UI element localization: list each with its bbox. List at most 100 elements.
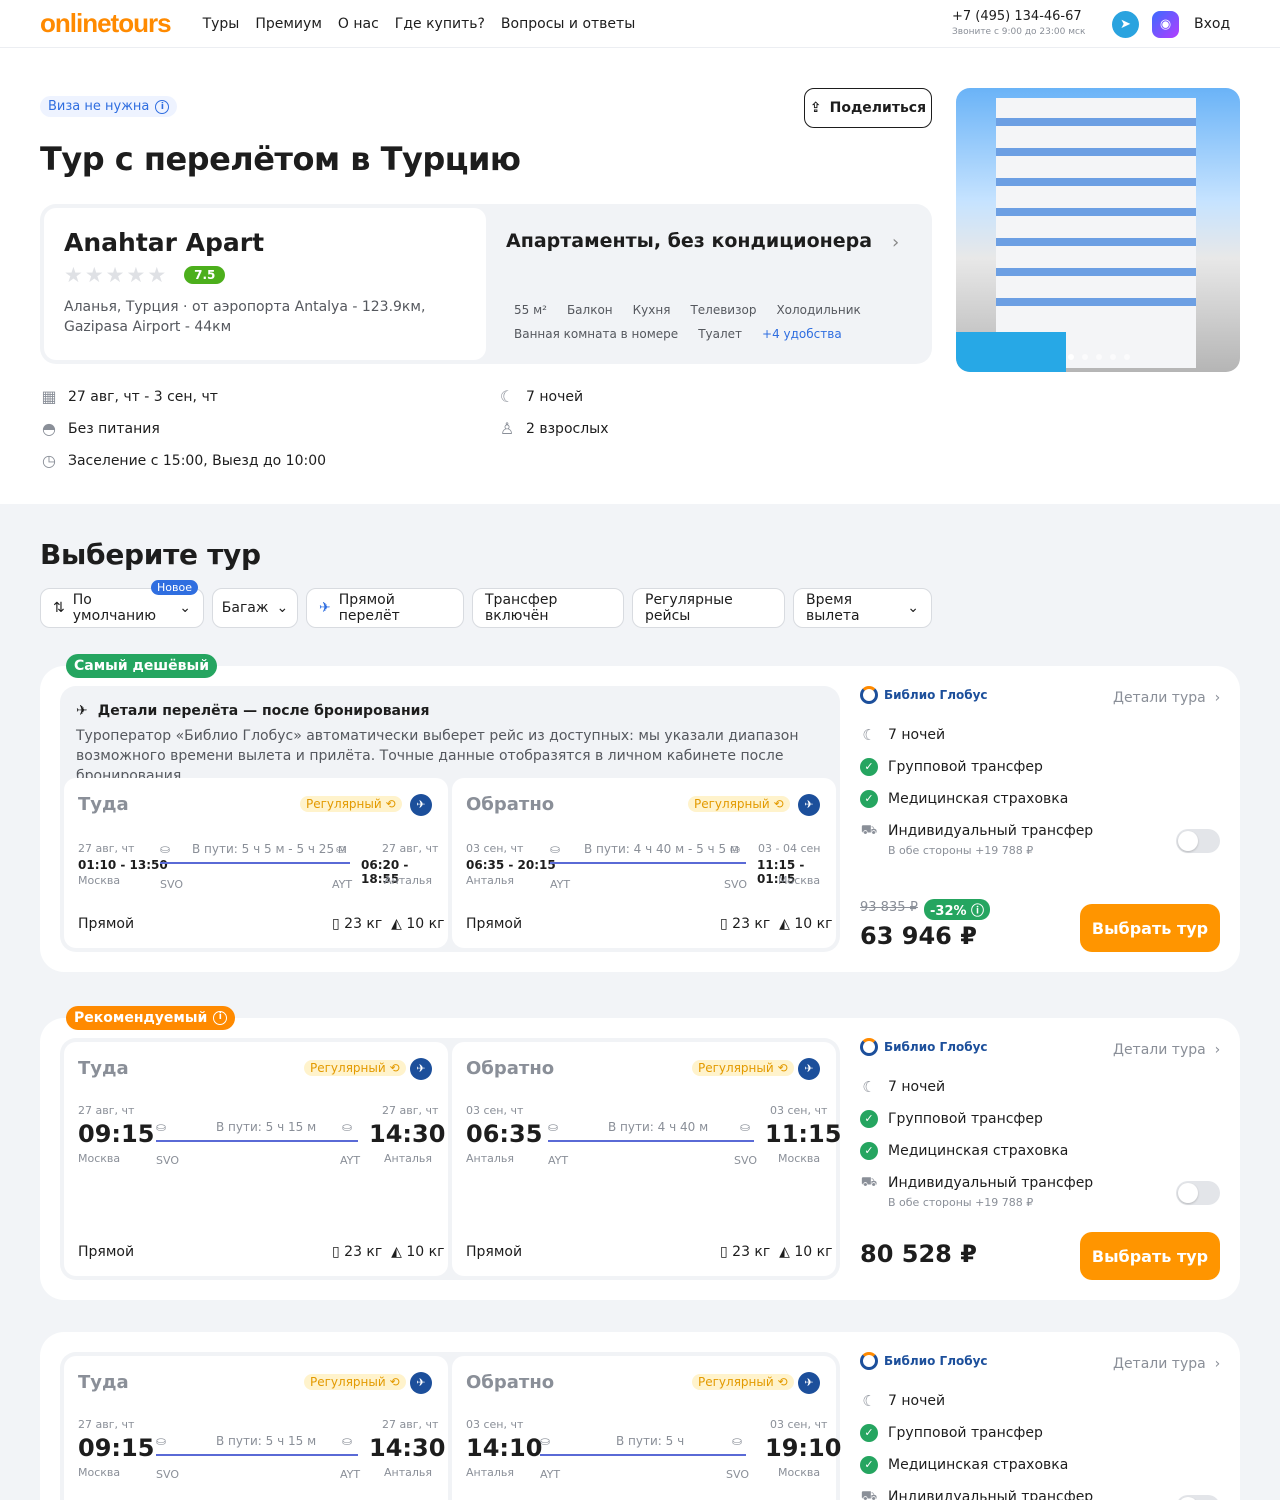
flight-line bbox=[550, 862, 746, 864]
flight-segment-return[interactable]: Обратно Регулярный ⟲ ✈ 03 сен, чт 06:35 … bbox=[452, 778, 836, 948]
max-messenger-icon[interactable]: ◉ bbox=[1152, 11, 1179, 38]
arrival-date: 03 сен, чт bbox=[770, 1418, 828, 1431]
select-tour-button[interactable]: Выбрать тур bbox=[1080, 904, 1220, 952]
amenity: Телевизор bbox=[690, 303, 757, 317]
site-logo[interactable]: onlinetours bbox=[40, 8, 172, 39]
visa-badge[interactable]: Виза не нужна i bbox=[40, 96, 178, 117]
chevron-down-icon: ⌄ bbox=[276, 600, 289, 616]
individual-transfer-price: В обе стороны +19 788 ₽ bbox=[888, 844, 1034, 857]
tour-price: 63 946 ₽ bbox=[860, 922, 977, 950]
hotel-card[interactable]: Anahtar Apart ★ ★ ★ ★ ★ 7.5 Аланья, Турция ·… bbox=[44, 208, 486, 360]
regular-flights-filter[interactable]: Регулярные рейсы bbox=[632, 588, 785, 628]
flight-type: Прямой bbox=[466, 916, 523, 932]
hand-bag-icon: ◭ bbox=[391, 1244, 402, 1260]
hotel-building-image bbox=[996, 98, 1196, 368]
direct-flight-filter[interactable]: ✈ Прямой перелёт bbox=[306, 588, 464, 628]
phone-block[interactable]: +7 (495) 134-46-67 Звоните с 9:00 до 23:… bbox=[952, 9, 1085, 37]
phone-hours: Звоните с 9:00 до 23:00 мск bbox=[952, 27, 1086, 37]
landing-icon: ⛀ bbox=[342, 1120, 353, 1134]
nav-tours[interactable]: Туры bbox=[203, 16, 240, 32]
nav-premium[interactable]: Премиум bbox=[255, 16, 322, 32]
hotel-photo[interactable] bbox=[956, 88, 1240, 372]
departure-airport: SVO bbox=[156, 1154, 179, 1167]
departure-airport: SVO bbox=[156, 1468, 179, 1481]
baggage-info: ▯ 23 кг ◭ 10 кг bbox=[720, 1244, 833, 1260]
arrival-date: 27 авг, чт bbox=[382, 1104, 439, 1117]
landing-icon: ⛀ bbox=[730, 842, 741, 856]
check-icon: ✓ bbox=[860, 1142, 878, 1160]
arrival-city: Москва bbox=[778, 874, 821, 887]
flight-duration: В пути: 4 ч 40 м bbox=[608, 1120, 709, 1134]
star-icon: ★ bbox=[147, 263, 167, 287]
transfer-label: Трансфер включён bbox=[485, 592, 558, 624]
flight-segment-outbound[interactable]: Туда Регулярный ⟲ ✈ 27 авг, чт 01:10 - 1… bbox=[64, 778, 448, 948]
chevron-right-icon[interactable]: › bbox=[892, 232, 899, 253]
individual-transfer-toggle[interactable] bbox=[1176, 1495, 1220, 1500]
departure-time-filter[interactable]: Время вылета ⌄ bbox=[793, 588, 932, 628]
arrival-airport: SVO bbox=[734, 1154, 757, 1167]
check-icon: ✓ bbox=[860, 1424, 878, 1442]
share-button[interactable]: ⇪ Поделиться bbox=[804, 88, 932, 128]
departure-city: Анталья bbox=[466, 1466, 514, 1479]
flight-segment-outbound[interactable]: Туда Регулярный ⟲ ✈ 27 авг, чт 09:15 Мос… bbox=[64, 1042, 448, 1276]
flight-details-title-text: Детали перелёта — после бронирования bbox=[97, 703, 430, 719]
flight-segment-return[interactable]: Обратно Регулярный ⟲ ✈ 03 сен, чт 06:35 … bbox=[452, 1042, 841, 1276]
visa-badge-label: Виза не нужна bbox=[48, 99, 150, 114]
check-icon: ✓ bbox=[860, 790, 878, 808]
arrival-airport: SVO bbox=[726, 1468, 749, 1481]
globus-logo-icon bbox=[860, 1038, 878, 1056]
flight-duration: В пути: 4 ч 40 м - 5 ч 5 м bbox=[584, 842, 739, 856]
nav-where-to-buy[interactable]: Где купить? bbox=[395, 16, 485, 32]
airline-logo-icon: ✈ bbox=[410, 1058, 432, 1080]
room-name[interactable]: Апартаменты, без кондиционера bbox=[506, 230, 872, 252]
food-cloche-icon: ◓ bbox=[42, 419, 56, 438]
tour-details-link[interactable]: Детали тура › bbox=[1113, 1356, 1220, 1372]
arrival-city: Москва bbox=[778, 1152, 821, 1165]
flight-segment-outbound[interactable]: Туда Регулярный ⟲ ✈ 27 авг, чт 09:15 Мос… bbox=[64, 1356, 448, 1500]
tour-details-link[interactable]: Детали тура › bbox=[1113, 690, 1220, 706]
tour-details-link[interactable]: Детали тура › bbox=[1113, 1042, 1220, 1058]
individual-transfer-toggle[interactable] bbox=[1176, 829, 1220, 853]
trip-meals: ◓ Без питания bbox=[40, 420, 160, 438]
select-tour-button[interactable]: Выбрать тур bbox=[1080, 1232, 1220, 1280]
tour-offer-card: Туда Регулярный ⟲ ✈ 27 авг, чт 09:15 Мос… bbox=[40, 1332, 1240, 1500]
tour-offer-card: Туда Регулярный ⟲ ✈ 27 авг, чт 09:15 Мос… bbox=[40, 1018, 1240, 1300]
info-icon[interactable]: i bbox=[155, 99, 170, 114]
baggage-label: Багаж bbox=[221, 600, 269, 616]
recommended-badge[interactable]: Рекомендуемый i bbox=[66, 1006, 236, 1030]
flight-line bbox=[156, 1140, 358, 1142]
nav-faq[interactable]: Вопросы и ответы bbox=[501, 16, 635, 32]
individual-transfer-toggle[interactable] bbox=[1176, 1181, 1220, 1205]
amenity: Кухня bbox=[632, 303, 671, 317]
suitcase-icon: ▯ bbox=[720, 916, 728, 932]
takeoff-icon: ⛀ bbox=[156, 1120, 167, 1134]
landing-icon: ⛀ bbox=[740, 1120, 751, 1134]
operator-logo: Библио Глобус bbox=[860, 1352, 988, 1370]
login-link[interactable]: Вход bbox=[1194, 16, 1230, 32]
trip-guests-value: 2 взрослых bbox=[526, 421, 609, 437]
takeoff-icon: ⛀ bbox=[160, 842, 171, 856]
nav-about[interactable]: О нас bbox=[338, 16, 379, 32]
flight-segment-return[interactable]: Обратно Регулярный ⟲ ✈ 03 сен, чт 14:10 … bbox=[452, 1356, 841, 1500]
photo-carousel-dots[interactable] bbox=[1068, 354, 1130, 360]
hotel-name: Anahtar Apart bbox=[64, 228, 265, 257]
feature-nights: ☾ 7 ночей bbox=[860, 1392, 945, 1410]
segment-direction: Туда bbox=[78, 1372, 129, 1393]
star-icon: ★ bbox=[84, 263, 104, 287]
phone-number[interactable]: +7 (495) 134-46-67 bbox=[952, 9, 1085, 24]
departure-city: Москва bbox=[78, 1152, 121, 1165]
telegram-icon[interactable]: ➤ bbox=[1112, 11, 1139, 38]
trip-dates-value: 27 авг, чт - 3 сен, чт bbox=[68, 389, 218, 405]
flight-duration: В пути: 5 ч 5 м - 5 ч 25 м bbox=[192, 842, 347, 856]
airline-logo-icon: ✈ bbox=[410, 1372, 432, 1394]
no-flight-icon: ✈ bbox=[76, 703, 88, 719]
baggage-info: ▯ 23 кг ◭ 10 кг bbox=[332, 916, 445, 932]
arrival-city: Анталья bbox=[384, 1152, 432, 1165]
baggage-filter[interactable]: Багаж ⌄ bbox=[212, 588, 298, 628]
info-icon[interactable]: i bbox=[213, 1011, 228, 1025]
more-amenities-link[interactable]: +4 удобства bbox=[762, 322, 842, 346]
transfer-filter[interactable]: Трансфер включён bbox=[472, 588, 624, 628]
room-amenities: 55 м² Балкон Кухня Телевизор Холодильник… bbox=[514, 298, 924, 346]
flight-details-title: ✈ Детали перелёта — после бронирования bbox=[76, 703, 429, 719]
discount-badge[interactable]: -32% ⓘ bbox=[924, 899, 991, 920]
